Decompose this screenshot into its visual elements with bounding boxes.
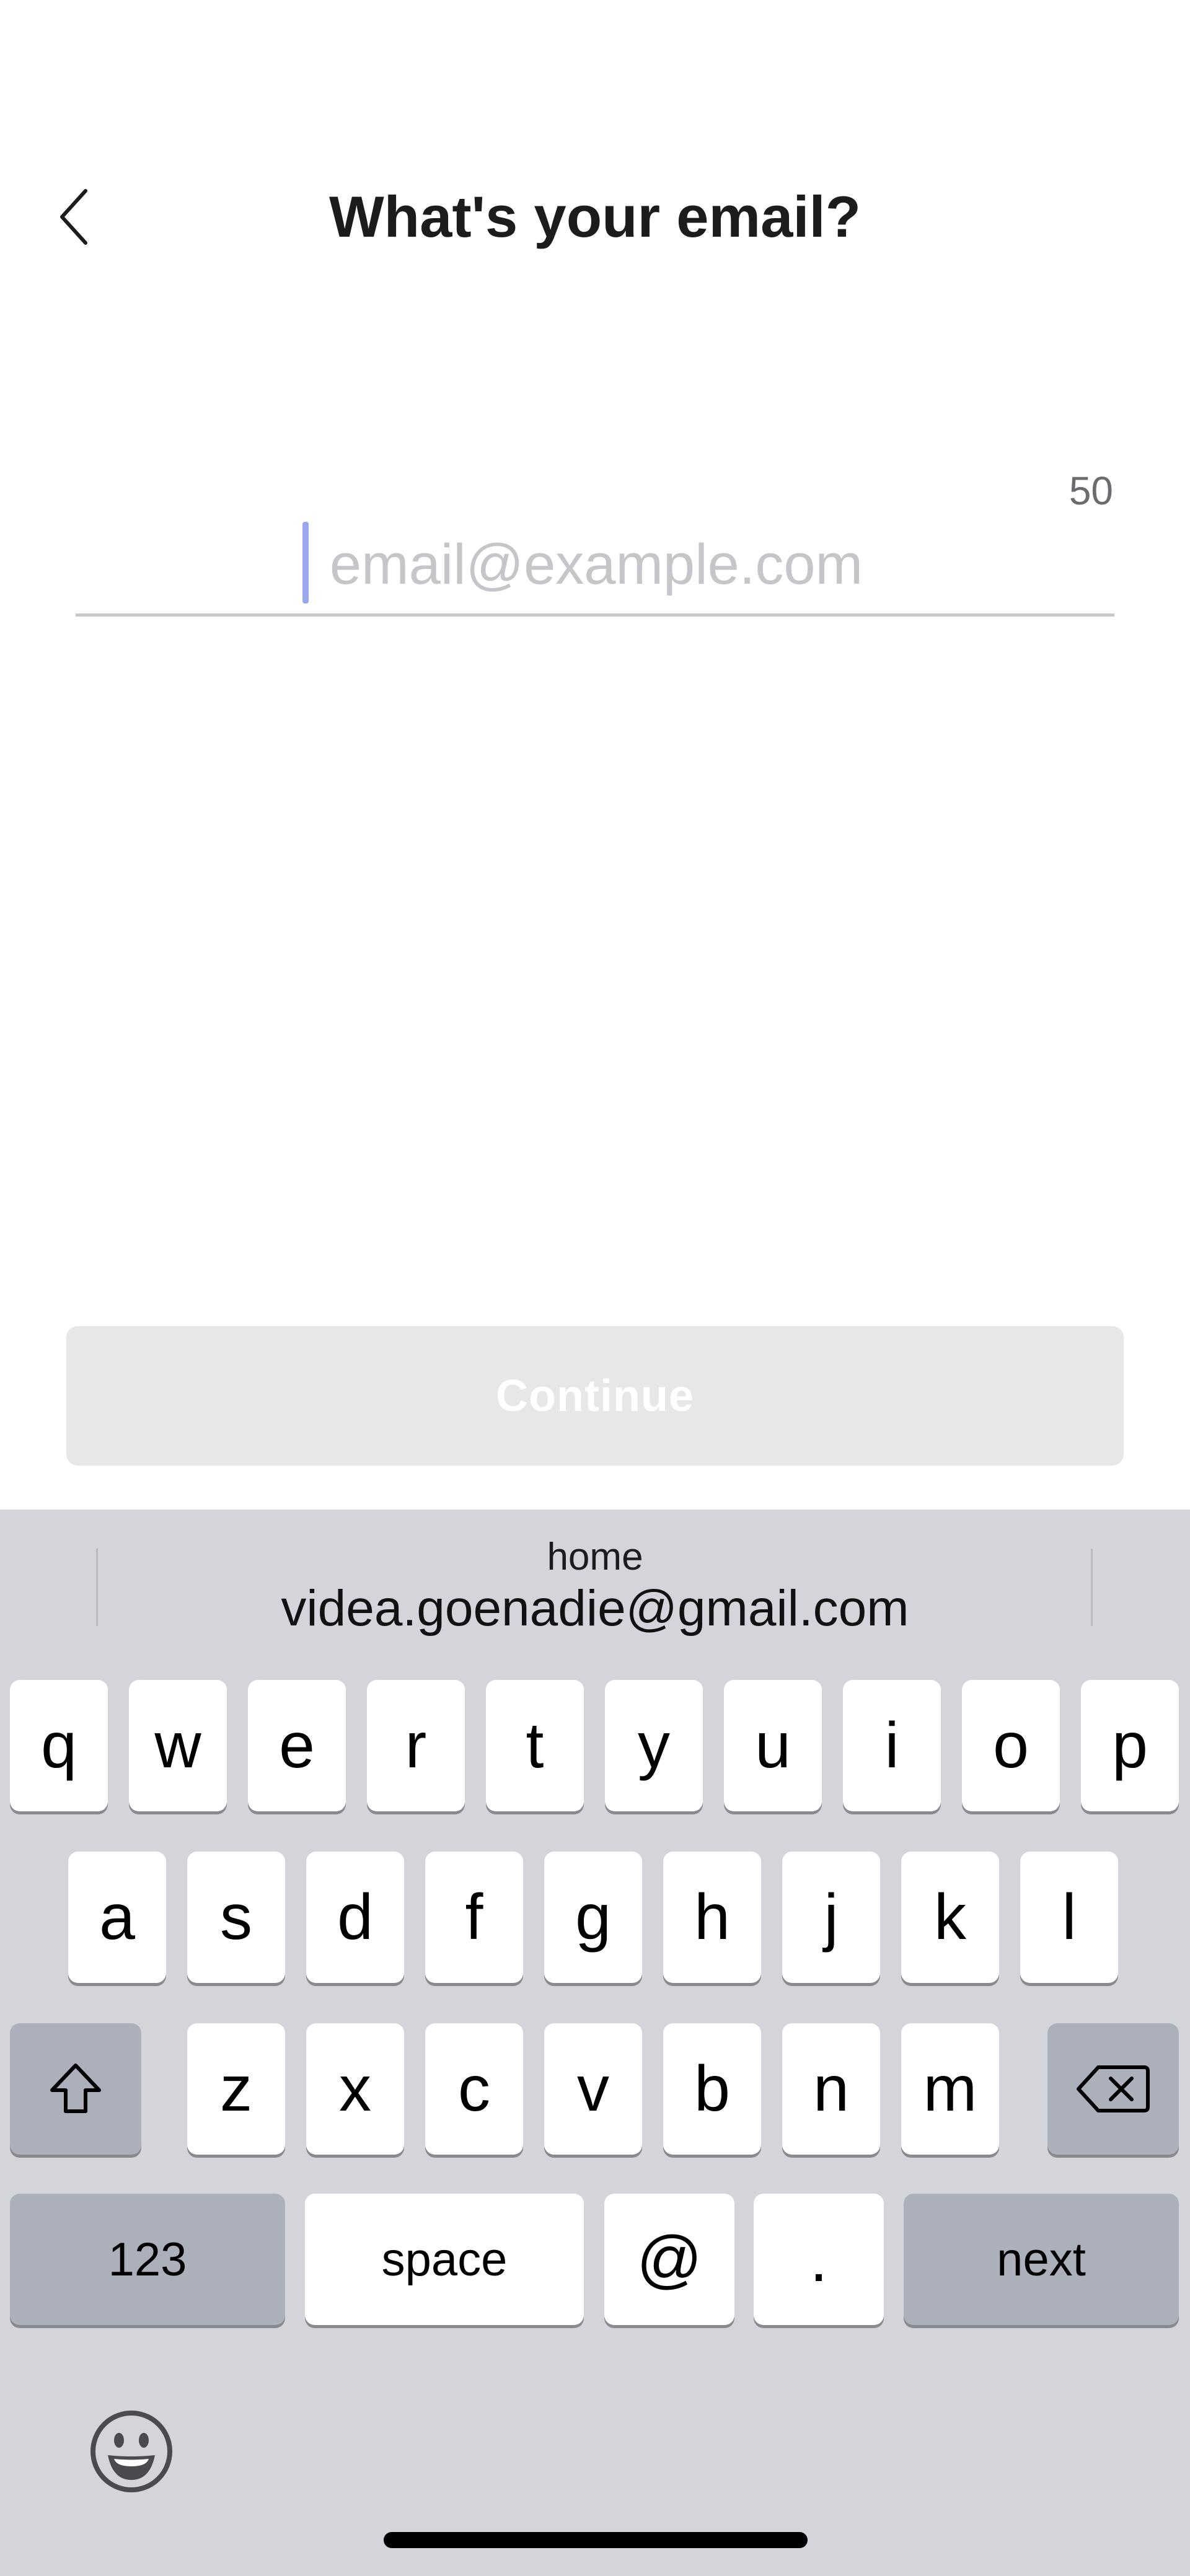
suggestion-divider [96, 1549, 98, 1626]
key-k[interactable]: k [901, 1852, 999, 1983]
delete-icon [1077, 2065, 1150, 2112]
emoji-icon [90, 2411, 172, 2492]
suggestion-email: videa.goenadie@gmail.com [281, 1580, 909, 1637]
key-h[interactable]: h [663, 1852, 761, 1983]
email-entry-screen: What's your email? 50 Continue home vide… [0, 0, 1190, 2576]
space-key[interactable]: space [305, 2194, 584, 2325]
autofill-suggestion-bar: home videa.goenadie@gmail.com [0, 1510, 1190, 1658]
email-input[interactable] [76, 521, 1117, 609]
shift-key[interactable] [10, 2023, 141, 2155]
numbers-key[interactable]: 123 [10, 2194, 285, 2325]
key-b[interactable]: b [663, 2023, 761, 2155]
key-n[interactable]: n [782, 2023, 880, 2155]
key-x[interactable]: x [306, 2023, 404, 2155]
key-e[interactable]: e [248, 1680, 346, 1811]
keyboard: home videa.goenadie@gmail.com q w e r t … [0, 1510, 1190, 2576]
suggestion-label: home [547, 1536, 643, 1578]
next-key[interactable]: next [904, 2194, 1179, 2325]
key-o[interactable]: o [962, 1680, 1060, 1811]
home-indicator [384, 2532, 808, 2548]
shift-icon [50, 2064, 101, 2113]
suggestion-divider [1091, 1549, 1093, 1626]
key-a[interactable]: a [68, 1852, 166, 1983]
key-f[interactable]: f [425, 1852, 523, 1983]
key-m[interactable]: m [901, 2023, 999, 2155]
key-v[interactable]: v [544, 2023, 642, 2155]
key-u[interactable]: u [724, 1680, 822, 1811]
continue-button[interactable]: Continue [66, 1326, 1124, 1466]
key-z[interactable]: z [187, 2023, 285, 2155]
key-w[interactable]: w [129, 1680, 227, 1811]
key-g[interactable]: g [544, 1852, 642, 1983]
key-l[interactable]: l [1020, 1852, 1118, 1983]
key-y[interactable]: y [605, 1680, 703, 1811]
key-q[interactable]: q [10, 1680, 108, 1811]
at-key[interactable]: @ [604, 2194, 734, 2325]
character-counter: 50 [1069, 468, 1113, 513]
dot-key[interactable]: . [754, 2194, 884, 2325]
email-field[interactable] [76, 521, 1117, 617]
delete-key[interactable] [1047, 2023, 1179, 2155]
key-t[interactable]: t [486, 1680, 584, 1811]
key-r[interactable]: r [367, 1680, 465, 1811]
key-j[interactable]: j [782, 1852, 880, 1983]
key-c[interactable]: c [425, 2023, 523, 2155]
key-i[interactable]: i [843, 1680, 941, 1811]
email-suggestion[interactable]: home videa.goenadie@gmail.com [112, 1536, 1078, 1638]
key-p[interactable]: p [1081, 1680, 1179, 1811]
emoji-button[interactable] [88, 2408, 175, 2495]
page-title: What's your email? [328, 184, 862, 249]
key-s[interactable]: s [187, 1852, 285, 1983]
key-d[interactable]: d [306, 1852, 404, 1983]
text-cursor [302, 522, 309, 604]
